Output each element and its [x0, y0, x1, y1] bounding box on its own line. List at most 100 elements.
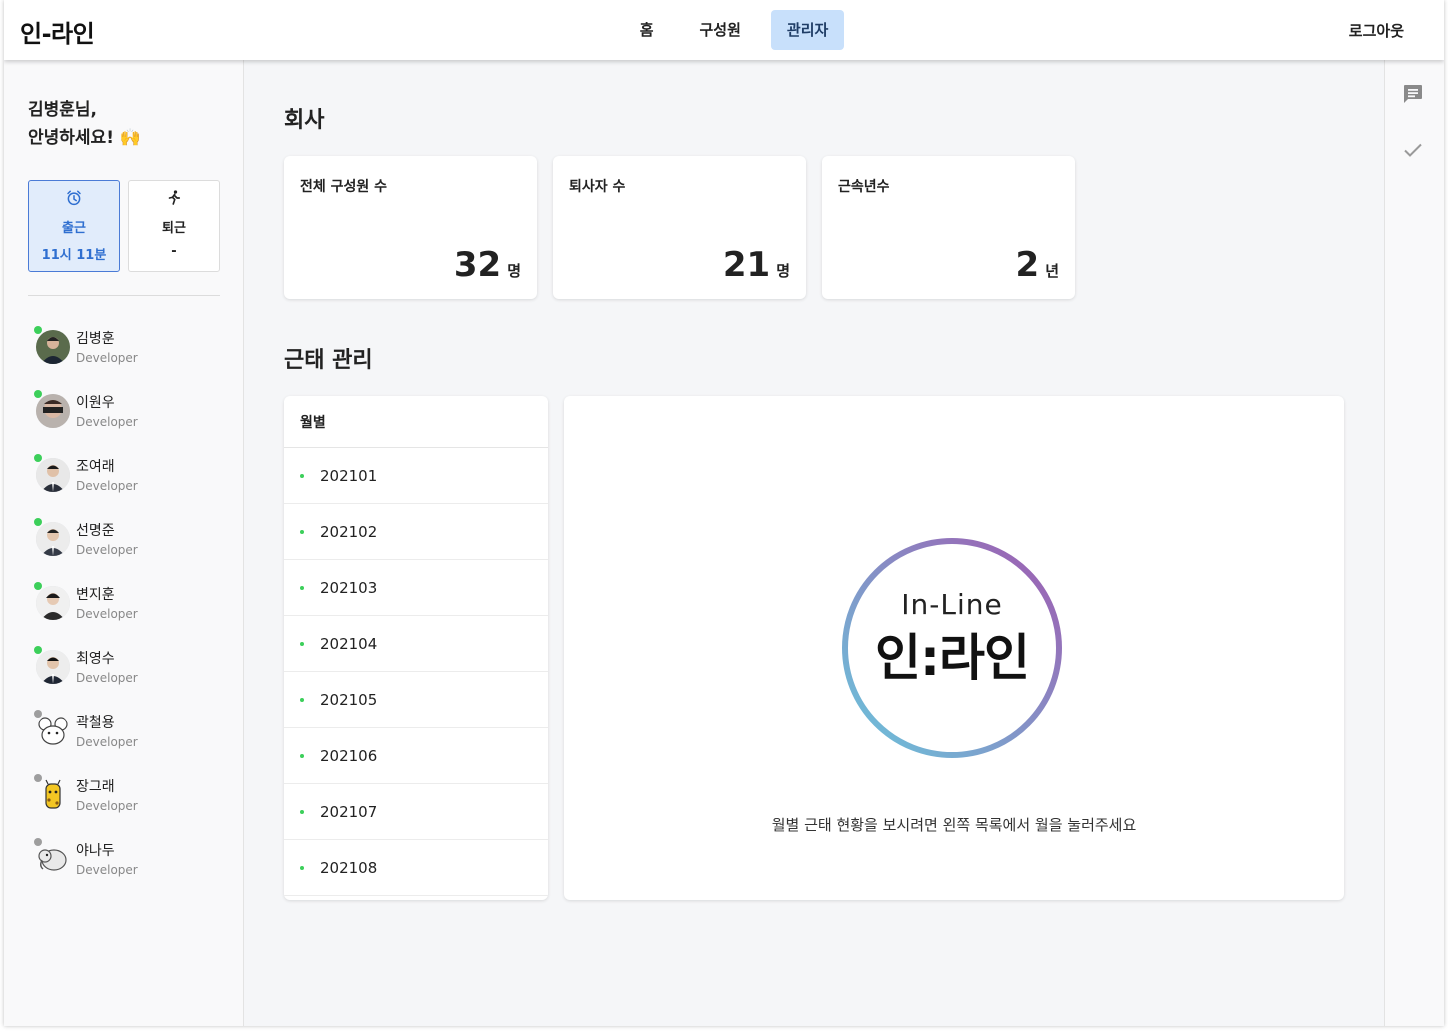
sidebar-divider — [28, 295, 220, 296]
nav-members[interactable]: 구성원 — [684, 10, 757, 50]
member-item[interactable]: 곽철용 Developer — [34, 708, 234, 772]
greeting: 김병훈님, 안녕하세요! 🙌 — [28, 96, 141, 152]
clock-in-label: 출근 — [62, 221, 86, 236]
alarm-clock-icon — [29, 189, 119, 211]
stat-label: 전체 구성원 수 — [300, 179, 388, 195]
member-item[interactable]: 조여래 Developer — [34, 452, 234, 516]
stat-value: 2년 — [1015, 245, 1059, 285]
bullet-icon — [300, 586, 304, 590]
chat-icon[interactable] — [1401, 82, 1429, 110]
member-item[interactable]: 이원우 Developer — [34, 388, 234, 452]
attendance-hint-text: 월별 근태 현황을 보시려면 왼쪽 목록에서 월을 눌러주세요 — [771, 816, 1137, 834]
avatar — [36, 714, 70, 748]
logo-text-english: In-Line — [901, 588, 1003, 621]
member-item[interactable]: 최영수 Developer — [34, 644, 234, 708]
member-role: Developer — [76, 735, 138, 749]
member-name: 장그래 — [76, 779, 115, 795]
clock-in-time: 11시 11분 — [41, 248, 107, 263]
stat-value: 32 명 — [453, 245, 521, 285]
company-section-title: 회사 — [284, 108, 325, 133]
member-name: 선명준 — [76, 523, 115, 539]
app-window: 인-라인 홈 구성원 관리자 로그아웃 김병훈님, 안녕하세요! 🙌 출근 11… — [4, 0, 1444, 1026]
member-role: Developer — [76, 415, 138, 429]
online-status-dot — [34, 518, 42, 526]
month-list-item[interactable]: 202108 — [284, 840, 548, 896]
bullet-icon — [300, 530, 304, 534]
avatar — [36, 458, 70, 492]
month-list-item[interactable]: 202101 — [284, 448, 548, 504]
avatar — [36, 330, 70, 364]
online-status-dot — [34, 646, 42, 654]
clock-in-button[interactable]: 출근 11시 11분 — [28, 180, 120, 272]
month-list-panel: 월별 202101 202102 202103 202104 202105 20… — [284, 396, 548, 900]
member-role: Developer — [76, 479, 138, 493]
member-name: 야나두 — [76, 843, 115, 859]
month-list-item[interactable]: 202106 — [284, 728, 548, 784]
check-icon[interactable] — [1401, 138, 1429, 166]
member-role: Developer — [76, 799, 138, 813]
member-item[interactable]: 장그래 Developer — [34, 772, 234, 836]
member-role: Developer — [76, 863, 138, 877]
month-list-item[interactable]: 202107 — [284, 784, 548, 840]
bullet-icon — [300, 642, 304, 646]
member-name: 이원우 — [76, 395, 115, 411]
online-status-dot — [34, 326, 42, 334]
avatar — [36, 778, 70, 812]
greeting-hello: 안녕하세요! 🙌 — [28, 128, 142, 148]
nav-home[interactable]: 홈 — [624, 10, 670, 50]
clock-out-time: - — [171, 244, 177, 259]
greeting-name: 김병훈님, — [28, 100, 98, 120]
month-list-item[interactable]: 202103 — [284, 560, 548, 616]
inline-logo: In-Line 인:라인 — [840, 536, 1064, 760]
online-status-dot — [34, 582, 42, 590]
avatar — [36, 586, 70, 620]
member-item[interactable]: 김병훈 Developer — [34, 324, 234, 388]
main-nav: 홈 구성원 관리자 — [4, 10, 1444, 50]
main-content: 회사 전체 구성원 수 32 명 퇴사자 수 21 명 근속년수 2년 근태 관리 … — [244, 60, 1384, 1026]
online-status-dot — [34, 390, 42, 398]
offline-status-dot — [34, 710, 42, 718]
stat-card-total-members: 전체 구성원 수 32 명 — [284, 156, 537, 299]
logout-button[interactable]: 로그아웃 — [1349, 20, 1404, 41]
bullet-icon — [300, 754, 304, 758]
member-name: 곽철용 — [76, 715, 115, 731]
running-person-icon — [129, 189, 219, 211]
member-role: Developer — [76, 351, 138, 365]
member-name: 최영수 — [76, 651, 115, 667]
avatar — [36, 842, 70, 876]
member-role: Developer — [76, 607, 138, 621]
bullet-icon — [300, 698, 304, 702]
avatar — [36, 522, 70, 556]
stat-card-tenure: 근속년수 2년 — [822, 156, 1075, 299]
month-list-header: 월별 — [284, 396, 548, 448]
stat-value: 21 명 — [722, 245, 790, 285]
month-list-item[interactable]: 202104 — [284, 616, 548, 672]
member-list: 김병훈 Developer 이원우 Developer 조여래 Develope… — [34, 324, 234, 900]
attendance-detail-panel: In-Line 인:라인 월별 근태 현황을 보시려면 왼쪽 목록에서 월을 눌… — [564, 396, 1344, 900]
member-name: 변지훈 — [76, 587, 115, 603]
nav-admin[interactable]: 관리자 — [770, 10, 845, 50]
bullet-icon — [300, 474, 304, 478]
month-list-item[interactable]: 202105 — [284, 672, 548, 728]
stat-label: 퇴사자 수 — [569, 179, 626, 195]
member-role: Developer — [76, 543, 138, 557]
member-name: 김병훈 — [76, 331, 115, 347]
member-role: Developer — [76, 671, 138, 685]
member-item[interactable]: 야나두 Developer — [34, 836, 234, 900]
clock-controls: 출근 11시 11분 퇴근 - — [28, 180, 220, 272]
left-sidebar: 김병훈님, 안녕하세요! 🙌 출근 11시 11분 퇴근 - 김병훈 Devel… — [4, 60, 244, 1026]
member-item[interactable]: 변지훈 Developer — [34, 580, 234, 644]
clock-out-label: 퇴근 — [162, 221, 186, 236]
stat-card-resigned: 퇴사자 수 21 명 — [553, 156, 806, 299]
avatar — [36, 650, 70, 684]
clock-out-button[interactable]: 퇴근 - — [128, 180, 220, 272]
avatar — [36, 394, 70, 428]
attendance-section-title: 근태 관리 — [284, 348, 373, 373]
member-name: 조여래 — [76, 459, 115, 475]
month-list-item[interactable]: 202102 — [284, 504, 548, 560]
top-navigation-bar: 인-라인 홈 구성원 관리자 로그아웃 — [4, 0, 1444, 60]
bullet-icon — [300, 810, 304, 814]
online-status-dot — [34, 454, 42, 462]
right-rail — [1384, 60, 1444, 1026]
member-item[interactable]: 선명준 Developer — [34, 516, 234, 580]
